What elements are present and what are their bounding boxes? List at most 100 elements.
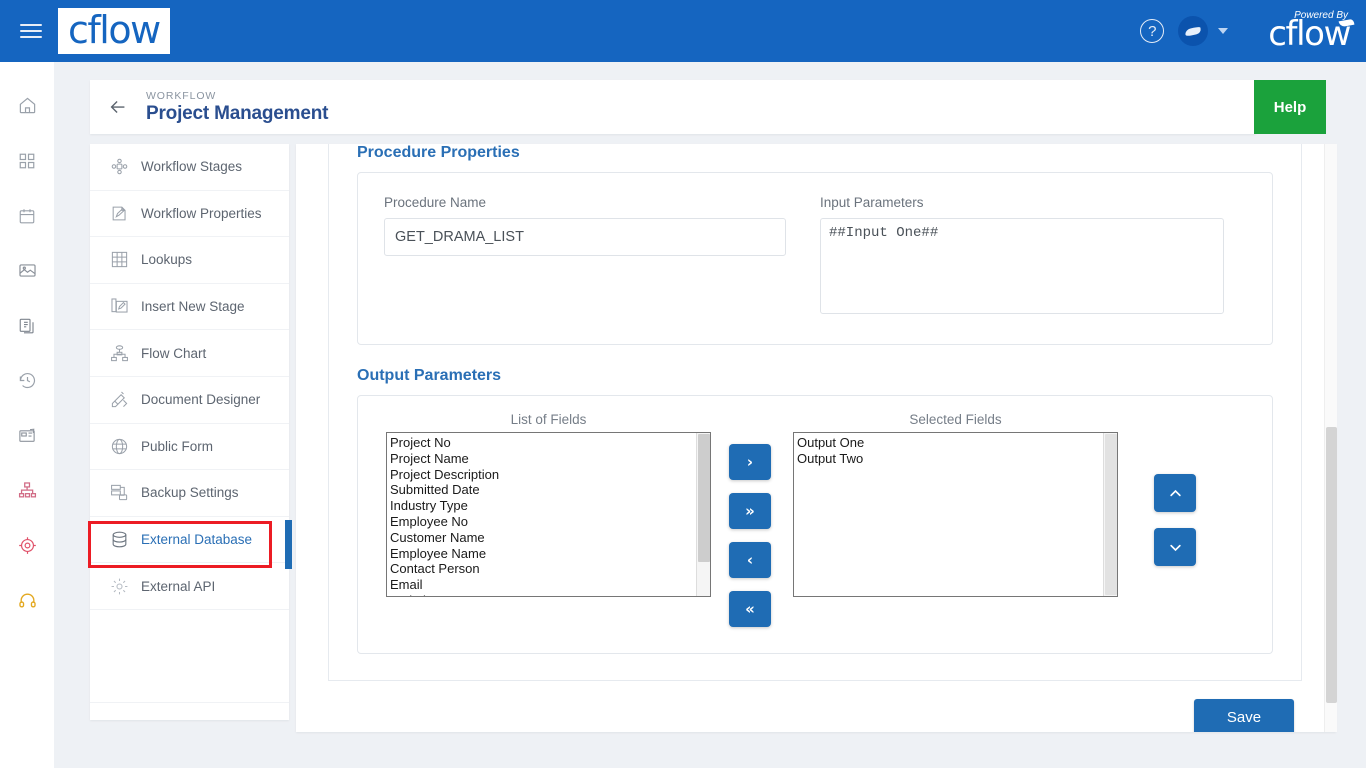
- sidebar-item-backup-settings[interactable]: Backup Settings: [90, 470, 289, 517]
- sidebar-item-public-form[interactable]: Public Form: [90, 424, 289, 471]
- breadcrumb-parent: WORKFLOW: [146, 89, 217, 102]
- list-item[interactable]: Project Name: [390, 451, 710, 467]
- workflow-stages-icon: [108, 157, 130, 176]
- left-icon-rail: [0, 62, 54, 768]
- output-parameters-title: Output Parameters: [357, 367, 502, 384]
- app-logo-text: cflow: [68, 8, 161, 52]
- list-item[interactable]: Submitted Date: [390, 482, 710, 498]
- selected-fields-scrollbar[interactable]: [1103, 433, 1117, 596]
- sidebar-item-flow-chart[interactable]: Flow Chart: [90, 330, 289, 377]
- history-clock-icon[interactable]: [0, 353, 54, 408]
- sidebar-item-label: Public Form: [141, 438, 214, 454]
- database-icon: [108, 530, 130, 549]
- external-database-panel: Procedure Properties Procedure Name Inpu…: [296, 144, 1336, 732]
- list-item[interactable]: Project No: [390, 435, 710, 451]
- output-parameters-body: List of Fields Project No Project Name Pro…: [358, 396, 1272, 653]
- external-api-gear-icon: [108, 577, 130, 596]
- sidebar-item-workflow-stages[interactable]: Workflow Stages: [90, 144, 289, 191]
- sidebar-item-label: External API: [141, 578, 216, 594]
- move-right-button[interactable]: ›: [729, 444, 771, 480]
- procedure-properties-title: Procedure Properties: [357, 144, 520, 161]
- kanban-board-icon[interactable]: [0, 408, 54, 463]
- procedure-name-input[interactable]: [384, 218, 786, 256]
- list-of-fields-scrollbar[interactable]: [696, 433, 710, 596]
- apps-grid-icon[interactable]: [0, 133, 54, 188]
- order-buttons-group: [1154, 474, 1196, 566]
- list-item[interactable]: Website: [390, 593, 710, 596]
- save-button[interactable]: Save: [1194, 699, 1294, 732]
- input-parameters-label: Input Parameters: [820, 195, 924, 210]
- public-form-globe-icon: [108, 437, 130, 456]
- sidebar-item-label: Insert New Stage: [141, 299, 245, 315]
- list-item[interactable]: Contact Person: [390, 561, 710, 577]
- procedure-properties-row: Procedure Name Input Parameters ##Input …: [358, 173, 1272, 344]
- flow-chart-icon: [108, 344, 130, 363]
- selected-fields-label: Selected Fields: [909, 412, 1002, 427]
- list-item[interactable]: Email: [390, 577, 710, 593]
- selected-fields-items: Output One Output Two: [794, 433, 1117, 467]
- user-avatar[interactable]: [1178, 16, 1209, 46]
- selected-fields-column: Selected Fields Output One Output Two: [793, 412, 1118, 597]
- move-down-button[interactable]: [1154, 528, 1196, 566]
- org-chart-icon[interactable]: [0, 463, 54, 518]
- sidebar-item-insert-new-stage[interactable]: Insert New Stage: [90, 284, 289, 331]
- input-parameters-field-group: Input Parameters ##Input One##: [820, 195, 1224, 314]
- list-item[interactable]: Output One: [797, 435, 1117, 451]
- chevron-down-icon[interactable]: [1218, 28, 1229, 34]
- sidebar-item-external-api[interactable]: External API: [90, 563, 289, 610]
- panel-vertical-scrollbar[interactable]: [1324, 144, 1337, 732]
- lookups-grid-icon: [108, 250, 130, 269]
- sidebar-item-lookups[interactable]: Lookups: [90, 237, 289, 284]
- list-item[interactable]: Project Description: [390, 467, 710, 483]
- sidebar-item-workflow-properties[interactable]: Workflow Properties: [90, 191, 289, 238]
- scrollbar-thumb: [1105, 434, 1117, 595]
- list-item[interactable]: Industry Type: [390, 498, 710, 514]
- move-all-left-button[interactable]: «: [729, 591, 771, 627]
- panel-scroll-content: Procedure Properties Procedure Name Inpu…: [296, 144, 1334, 732]
- headset-support-icon[interactable]: [0, 573, 54, 628]
- image-report-icon[interactable]: [0, 243, 54, 298]
- panel-scrollbar-thumb[interactable]: [1326, 427, 1337, 703]
- sidebar-item-label: Backup Settings: [141, 485, 239, 501]
- menu-empty-space: [90, 610, 289, 703]
- back-arrow-icon[interactable]: [90, 80, 146, 134]
- active-item-indicator: [285, 520, 292, 569]
- selected-fields-listbox[interactable]: Output One Output Two: [793, 432, 1118, 597]
- move-left-button[interactable]: ‹: [729, 542, 771, 578]
- list-item[interactable]: Employee Name: [390, 546, 710, 562]
- home-icon[interactable]: [0, 78, 54, 133]
- backup-settings-icon: [108, 483, 130, 502]
- sidebar-item-label: Workflow Properties: [141, 205, 262, 221]
- save-row: Save: [296, 681, 1334, 732]
- powered-by-logo: Powered By cflow: [1268, 11, 1355, 51]
- list-of-fields-column: List of Fields Project No Project Name Pro…: [386, 412, 711, 597]
- procedure-name-field-group: Procedure Name: [384, 195, 786, 314]
- app-logo[interactable]: cflow: [58, 2, 1353, 54]
- sidebar-item-external-database[interactable]: External Database: [90, 517, 289, 564]
- panel-card: Procedure Properties Procedure Name Inpu…: [328, 144, 1302, 681]
- hamburger-menu-icon[interactable]: [0, 0, 62, 62]
- top-bar-right-group: ? Powered By cflow: [1140, 0, 1366, 62]
- sidebar-item-label: Lookups: [141, 252, 193, 268]
- workflow-settings-menu: Workflow Stages Workflow Properties Look…: [90, 144, 289, 720]
- list-item[interactable]: Customer Name: [390, 530, 710, 546]
- breadcrumb: WORKFLOW Project Management: [146, 90, 328, 125]
- calendar-icon[interactable]: [0, 188, 54, 243]
- document-designer-icon: [108, 390, 130, 409]
- move-up-button[interactable]: [1154, 474, 1196, 512]
- documents-icon[interactable]: [0, 298, 54, 353]
- target-icon[interactable]: [0, 518, 54, 573]
- sidebar-item-label: External Database: [141, 532, 253, 548]
- move-all-right-button[interactable]: »: [729, 493, 771, 529]
- list-of-fields-listbox[interactable]: Project No Project Name Project Descriptio…: [386, 432, 711, 597]
- help-button[interactable]: Help: [1254, 80, 1326, 134]
- top-bar: cflow ? Powered By cflow: [0, 0, 1366, 62]
- workflow-properties-icon: [108, 204, 130, 223]
- list-item[interactable]: Employee No: [390, 514, 710, 530]
- sidebar-item-label: Workflow Stages: [141, 159, 243, 175]
- list-item[interactable]: Output Two: [797, 451, 1117, 467]
- page-title: Project Management: [146, 102, 329, 124]
- question-circle-icon[interactable]: ?: [1140, 19, 1165, 43]
- sidebar-item-document-designer[interactable]: Document Designer: [90, 377, 289, 424]
- input-parameters-textarea[interactable]: ##Input One##: [820, 218, 1224, 314]
